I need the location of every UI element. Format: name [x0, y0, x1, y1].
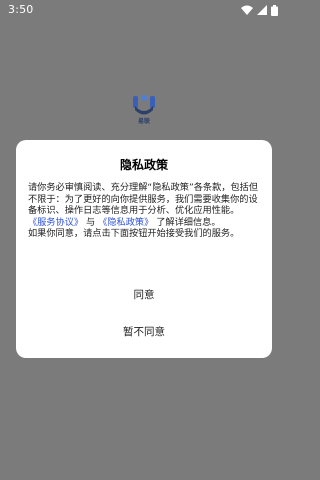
dialog-body-links-line: 《服务协议》 与 《隐私政策》 了解详细信息。 [28, 217, 264, 229]
status-icons [241, 4, 278, 16]
agree-button[interactable]: 同意 [16, 284, 272, 306]
privacy-policy-link[interactable]: 《隐私政策》 [98, 217, 153, 228]
app-logo-text: 易联 [137, 118, 150, 125]
links-connector: 与 [83, 216, 99, 228]
privacy-dialog: 隐私政策 请你务必审慎阅读、充分理解“隐私政策”各条款，包括但不限于：为了更好的… [16, 140, 272, 358]
service-agreement-link[interactable]: 《服务协议》 [28, 217, 83, 228]
dialog-body-intro: 请你务必审慎阅读、充分理解“隐私政策”各条款，包括但不限于：为了更好的向你提供服… [28, 182, 259, 217]
links-suffix: 了解详细信息。 [153, 216, 221, 228]
disagree-button[interactable]: 暂不同意 [16, 321, 272, 343]
dialog-body: 请你务必审慎阅读、充分理解“隐私政策”各条款，包括但不限于：为了更好的向你提供服… [28, 182, 264, 240]
status-bar: 3:50 [0, 0, 288, 22]
dialog-title: 隐私政策 [119, 158, 168, 172]
status-time: 3:50 [8, 3, 34, 16]
dialog-body-consent: 如果你同意，请点击下面按钮开始接受我们的服务。 [28, 228, 240, 240]
battery-icon [271, 4, 278, 16]
wifi-icon [241, 5, 253, 15]
signal-icon [257, 5, 267, 15]
